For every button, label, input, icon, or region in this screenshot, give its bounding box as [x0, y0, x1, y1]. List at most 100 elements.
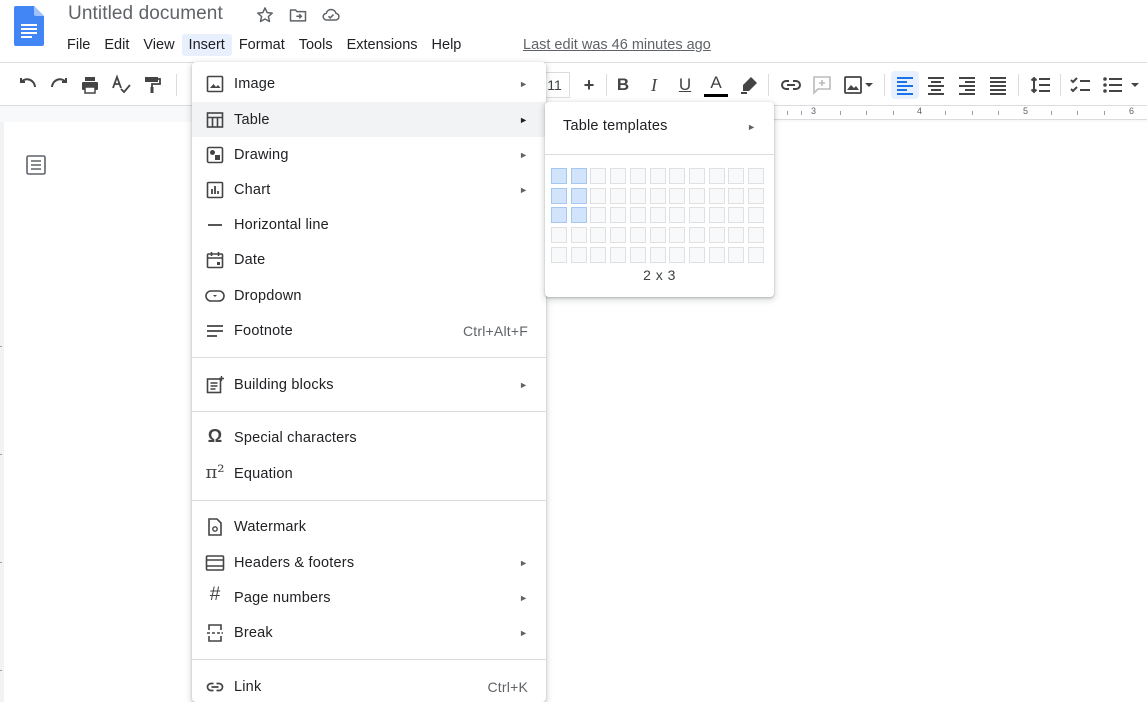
bulleted-list-icon[interactable]	[1101, 73, 1125, 97]
menu-insert[interactable]: Insert	[181, 34, 232, 56]
table-grid-cell[interactable]	[590, 168, 606, 184]
table-grid-cell[interactable]	[610, 168, 626, 184]
menu-item-equation[interactable]: π² Equation	[192, 456, 546, 491]
table-grid-cell[interactable]	[728, 188, 744, 204]
align-right-icon[interactable]	[955, 73, 979, 97]
table-grid-cell[interactable]	[728, 227, 744, 243]
paint-format-icon[interactable]	[140, 73, 164, 97]
menu-item-building-blocks[interactable]: Building blocks ►	[192, 367, 546, 402]
table-grid-cell[interactable]	[689, 247, 705, 263]
table-grid-cell[interactable]	[728, 168, 744, 184]
menu-item-page-numbers[interactable]: # Page numbers ►	[192, 580, 546, 615]
table-grid-cell[interactable]	[630, 207, 646, 223]
table-grid-cell[interactable]	[709, 207, 725, 223]
table-grid-cell[interactable]	[630, 168, 646, 184]
table-grid-cell[interactable]	[551, 207, 567, 223]
table-grid-cell[interactable]	[590, 247, 606, 263]
table-grid-cell[interactable]	[590, 227, 606, 243]
menu-item-special-characters[interactable]: Ω Special characters	[192, 420, 546, 455]
table-grid-cell[interactable]	[650, 188, 666, 204]
table-templates-item[interactable]: Table templates	[563, 118, 668, 134]
chevron-down-icon[interactable]	[1128, 73, 1142, 97]
table-grid-cell[interactable]	[748, 168, 764, 184]
spellcheck-icon[interactable]	[109, 73, 133, 97]
table-grid-cell[interactable]	[669, 227, 685, 243]
align-center-icon[interactable]	[924, 73, 948, 97]
chevron-down-icon[interactable]	[862, 73, 876, 97]
table-grid-cell[interactable]	[650, 227, 666, 243]
menu-view[interactable]: View	[136, 34, 181, 56]
docs-logo-icon[interactable]	[14, 6, 44, 46]
last-edit-link[interactable]: Last edit was 46 minutes ago	[523, 37, 711, 53]
table-grid-cell[interactable]	[689, 227, 705, 243]
document-title[interactable]: Untitled document	[68, 3, 223, 25]
menu-item-link[interactable]: Link Ctrl+K	[192, 669, 546, 702]
menu-edit[interactable]: Edit	[97, 34, 136, 56]
table-grid-cell[interactable]	[728, 247, 744, 263]
align-left-icon[interactable]	[893, 73, 917, 97]
undo-icon[interactable]	[16, 73, 40, 97]
print-icon[interactable]	[78, 73, 102, 97]
insert-link-icon[interactable]	[779, 73, 803, 97]
menu-item-footnote[interactable]: Footnote Ctrl+Alt+F	[192, 313, 546, 348]
table-grid-cell[interactable]	[630, 227, 646, 243]
table-grid-cell[interactable]	[650, 168, 666, 184]
menu-item-dropdown[interactable]: Dropdown	[192, 278, 546, 313]
italic-button[interactable]: I	[642, 73, 666, 97]
menu-item-horizontal-line[interactable]: Horizontal line	[192, 207, 546, 242]
table-grid-cell[interactable]	[551, 247, 567, 263]
table-grid-cell[interactable]	[551, 188, 567, 204]
menu-file[interactable]: File	[60, 34, 97, 56]
table-grid-cell[interactable]	[571, 247, 587, 263]
menu-item-break[interactable]: Break ►	[192, 615, 546, 650]
table-grid-cell[interactable]	[709, 247, 725, 263]
table-grid-cell[interactable]	[551, 168, 567, 184]
underline-button[interactable]: U	[673, 73, 697, 97]
table-grid-cell[interactable]	[571, 227, 587, 243]
table-grid-cell[interactable]	[669, 247, 685, 263]
cloud-status-icon[interactable]	[320, 5, 342, 25]
table-grid-cell[interactable]	[590, 207, 606, 223]
font-size-increase-button[interactable]: +	[577, 73, 601, 97]
menu-extensions[interactable]: Extensions	[340, 34, 425, 56]
table-grid-cell[interactable]	[610, 227, 626, 243]
line-spacing-icon[interactable]	[1029, 73, 1053, 97]
table-grid-cell[interactable]	[650, 247, 666, 263]
add-comment-icon[interactable]	[810, 73, 834, 97]
menu-tools[interactable]: Tools	[292, 34, 340, 56]
checklist-icon[interactable]	[1069, 73, 1093, 97]
table-grid-cell[interactable]	[630, 247, 646, 263]
table-grid-cell[interactable]	[669, 168, 685, 184]
table-grid-cell[interactable]	[650, 207, 666, 223]
redo-icon[interactable]	[47, 73, 71, 97]
menu-item-date[interactable]: Date	[192, 242, 546, 277]
bold-button[interactable]: B	[611, 73, 635, 97]
menu-help[interactable]: Help	[425, 34, 469, 56]
table-grid-cell[interactable]	[630, 188, 646, 204]
table-grid-cell[interactable]	[728, 207, 744, 223]
table-grid-cell[interactable]	[748, 207, 764, 223]
menu-format[interactable]: Format	[232, 34, 292, 56]
highlight-icon[interactable]	[737, 73, 761, 97]
table-grid-cell[interactable]	[748, 227, 764, 243]
menu-item-drawing[interactable]: Drawing ►	[192, 137, 546, 172]
table-grid-cell[interactable]	[610, 207, 626, 223]
table-grid-cell[interactable]	[709, 168, 725, 184]
table-grid-cell[interactable]	[669, 207, 685, 223]
menu-item-watermark[interactable]: Watermark	[192, 509, 546, 544]
table-grid-cell[interactable]	[571, 207, 587, 223]
table-grid-cell[interactable]	[610, 188, 626, 204]
table-grid-cell[interactable]	[689, 188, 705, 204]
menu-item-chart[interactable]: Chart ►	[192, 172, 546, 207]
menu-item-table[interactable]: Table ►	[192, 102, 546, 137]
table-grid-cell[interactable]	[669, 188, 685, 204]
menu-item-image[interactable]: Image ►	[192, 66, 546, 101]
table-grid-cell[interactable]	[689, 207, 705, 223]
table-grid-cell[interactable]	[571, 188, 587, 204]
justify-icon[interactable]	[986, 73, 1010, 97]
table-grid-cell[interactable]	[610, 247, 626, 263]
menu-item-headers-footers[interactable]: Headers & footers ►	[192, 545, 546, 580]
table-grid-cell[interactable]	[709, 227, 725, 243]
table-grid-cell[interactable]	[590, 188, 606, 204]
table-grid-cell[interactable]	[571, 168, 587, 184]
